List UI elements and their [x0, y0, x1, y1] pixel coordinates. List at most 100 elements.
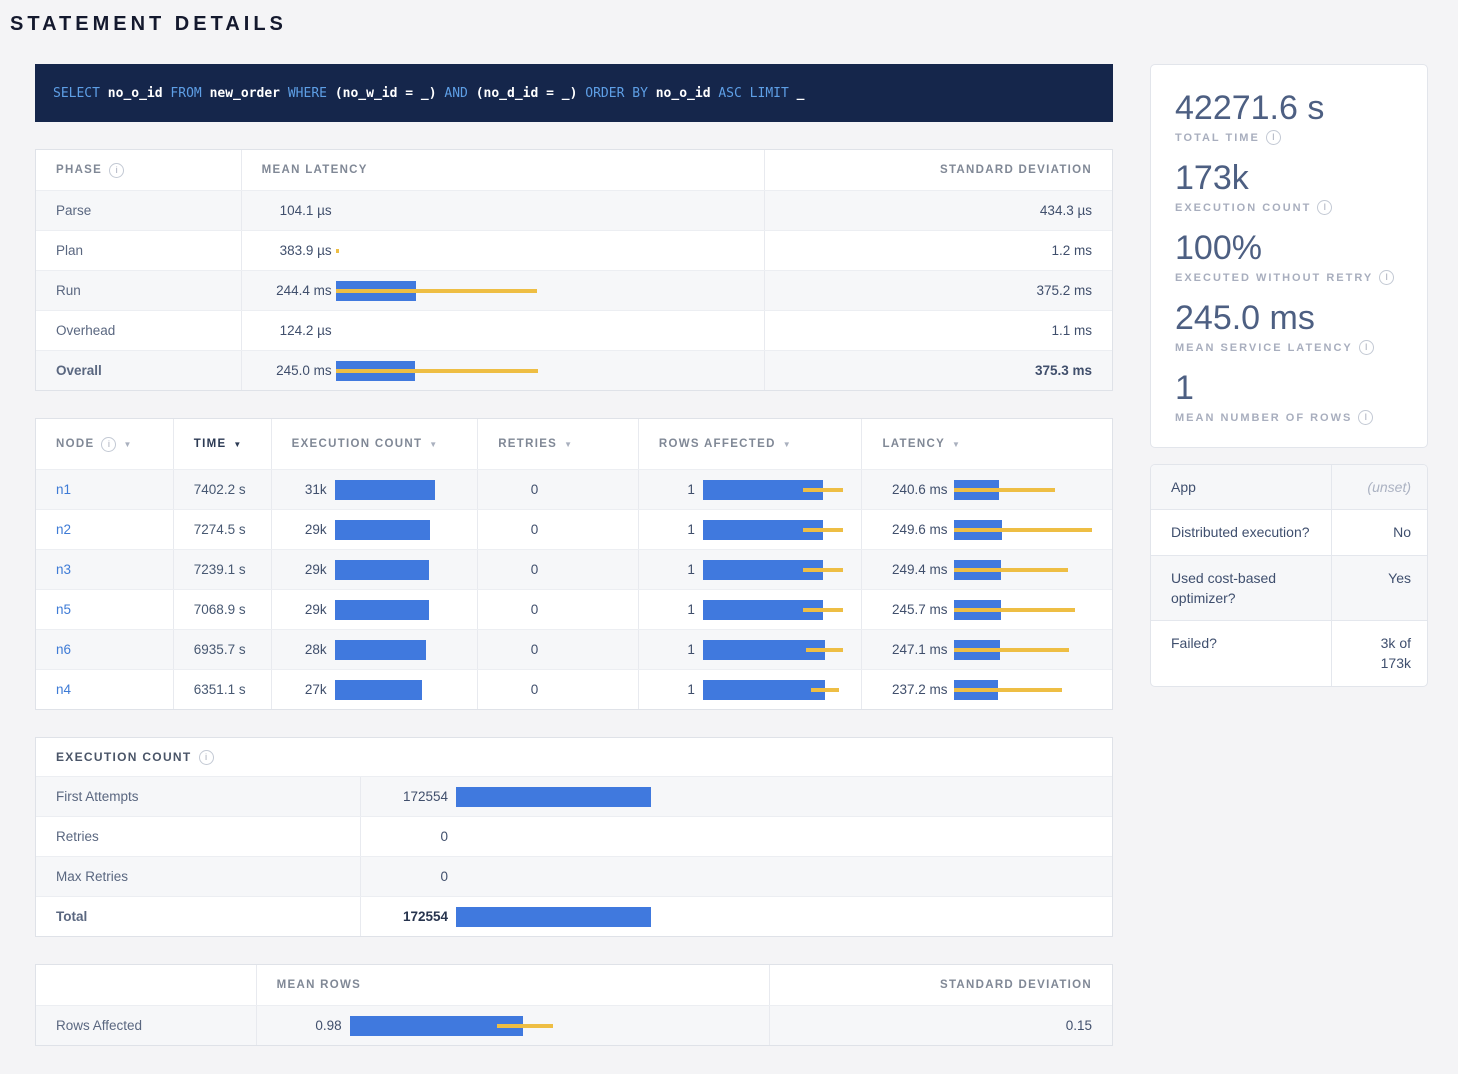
phase-column-header: Phase	[56, 164, 102, 176]
mean-rows-column-header: Mean Rows	[277, 979, 362, 991]
count-bar	[456, 907, 1112, 927]
detail-row-distributed-execution: Distributed execution? No	[1151, 509, 1427, 554]
count-value: 0	[361, 829, 448, 844]
table-row: Rows Affected 0.98 0.15	[36, 1005, 1112, 1045]
execution-count-bar	[335, 600, 478, 620]
stat-value: 245.0 ms	[1175, 298, 1403, 338]
table-row: n3 7239.1 s 29k 0 1 249.4 ms	[36, 549, 1112, 589]
rows-affected-bar	[703, 680, 862, 700]
stddev-value: 1.2 ms	[765, 231, 1112, 270]
node-link[interactable]: n6	[56, 642, 71, 657]
time-column-header[interactable]: Time▼	[173, 419, 271, 469]
sort-desc-icon: ▼	[564, 440, 572, 449]
sql-token: (no_w_id = _)	[335, 86, 445, 101]
stat-mean-service-latency: 245.0 ms Mean Service Latencyi	[1175, 298, 1403, 355]
detail-label: App	[1151, 465, 1332, 509]
info-icon[interactable]: i	[101, 437, 116, 452]
phase-label: Overall	[56, 363, 102, 378]
detail-value: No	[1332, 510, 1427, 554]
latency-value: 240.6 ms	[882, 482, 947, 497]
row-label: First Attempts	[56, 789, 139, 804]
mean-latency-value: 245.0 ms	[262, 363, 332, 378]
mean-latency-value: 124.2 µs	[262, 323, 332, 338]
table-row: Max Retries 0	[36, 856, 1112, 896]
execution-count-value: 29k	[292, 522, 327, 537]
info-icon[interactable]: i	[199, 750, 214, 765]
latency-bar	[336, 281, 764, 301]
rows-affected-value: 1	[659, 562, 695, 577]
count-bar	[456, 787, 1112, 807]
node-column-header[interactable]: Nodei▼	[36, 419, 173, 469]
latency-bar	[954, 480, 1112, 500]
retries-value: 0	[498, 602, 538, 617]
sql-token: WHERE	[288, 86, 335, 101]
mean-latency-column-header: Mean Latency	[262, 164, 368, 176]
mean-latency-value: 383.9 µs	[262, 243, 332, 258]
node-link[interactable]: n5	[56, 602, 71, 617]
latency-value: 249.6 ms	[882, 522, 947, 537]
rows-affected-bar	[703, 520, 862, 540]
table-row: n6 6935.7 s 28k 0 1 247.1 ms	[36, 629, 1112, 669]
node-link[interactable]: n3	[56, 562, 71, 577]
latency-bar	[336, 201, 764, 221]
table-row: Run 244.4 ms 375.2 ms	[36, 270, 1112, 310]
stat-value: 100%	[1175, 228, 1403, 268]
retries-column-header[interactable]: Retries▼	[477, 419, 638, 469]
stat-total-time: 42271.6 s Total Timei	[1175, 88, 1403, 145]
rows-affected-table: Mean Rows Standard Deviation Rows Affect…	[35, 964, 1113, 1046]
mean-rows-value: 0.98	[257, 1018, 342, 1033]
latency-bar	[954, 600, 1112, 620]
count-bar	[456, 827, 1112, 847]
info-icon[interactable]: i	[109, 163, 124, 178]
retries-value: 0	[498, 682, 538, 697]
node-link[interactable]: n4	[56, 682, 71, 697]
latency-value: 245.7 ms	[882, 602, 947, 617]
sort-desc-icon: ▼	[783, 440, 791, 449]
mean-latency-value: 104.1 µs	[262, 203, 332, 218]
table-row: Overall 245.0 ms 375.3 ms	[36, 350, 1112, 390]
detail-row-cost-based-optimizer: Used cost-based optimizer? Yes	[1151, 555, 1427, 621]
info-icon[interactable]: i	[1359, 340, 1374, 355]
sql-token: SELECT	[53, 86, 108, 101]
detail-label: Distributed execution?	[1151, 510, 1332, 554]
table-row: Plan 383.9 µs 1.2 ms	[36, 230, 1112, 270]
rows-affected-value: 1	[659, 482, 695, 497]
latency-value: 237.2 ms	[882, 682, 947, 697]
table-row: First Attempts 172554	[36, 776, 1112, 816]
phase-label: Run	[56, 283, 81, 298]
stat-value: 173k	[1175, 158, 1403, 198]
sql-token: (no_d_id = _)	[476, 86, 586, 101]
info-icon[interactable]: i	[1266, 130, 1281, 145]
retries-value: 0	[498, 482, 538, 497]
phase-label: Parse	[56, 203, 91, 218]
sql-token: new_order	[210, 86, 288, 101]
rows-affected-column-header[interactable]: Rows Affected▼	[638, 419, 862, 469]
latency-column-header[interactable]: Latency▼	[861, 419, 1112, 469]
info-icon[interactable]: i	[1317, 200, 1332, 215]
info-icon[interactable]: i	[1379, 270, 1394, 285]
execution-count-bar	[335, 640, 478, 660]
stat-execution-count: 173k Execution Count i	[1175, 158, 1403, 215]
stat-label: Execution Count	[1175, 202, 1311, 214]
time-value: 7068.9 s	[173, 590, 271, 629]
table-row: Overhead 124.2 µs 1.1 ms	[36, 310, 1112, 350]
table-row: n4 6351.1 s 27k 0 1 237.2 ms	[36, 669, 1112, 709]
page-title: STATEMENT DETAILS	[10, 12, 1458, 36]
rows-affected-value: 1	[659, 642, 695, 657]
detail-value: 3k of 173k	[1332, 621, 1427, 686]
latency-bar	[954, 560, 1112, 580]
rows-affected-value: 1	[659, 682, 695, 697]
detail-row-app: App (unset)	[1151, 465, 1427, 509]
stat-value: 42271.6 s	[1175, 88, 1403, 128]
detail-row-failed: Failed? 3k of 173k	[1151, 620, 1427, 686]
retries-value: 0	[498, 562, 538, 577]
time-value: 7402.2 s	[173, 470, 271, 509]
table-row: Total 172554	[36, 896, 1112, 936]
node-link[interactable]: n2	[56, 522, 71, 537]
sort-desc-icon: ▼	[123, 440, 131, 449]
node-link[interactable]: n1	[56, 482, 71, 497]
latency-bar	[336, 241, 764, 261]
execution-count-column-header[interactable]: Execution Count▼	[271, 419, 478, 469]
info-icon[interactable]: i	[1358, 410, 1373, 425]
statement-details-panel: App (unset) Distributed execution? No Us…	[1150, 464, 1428, 687]
